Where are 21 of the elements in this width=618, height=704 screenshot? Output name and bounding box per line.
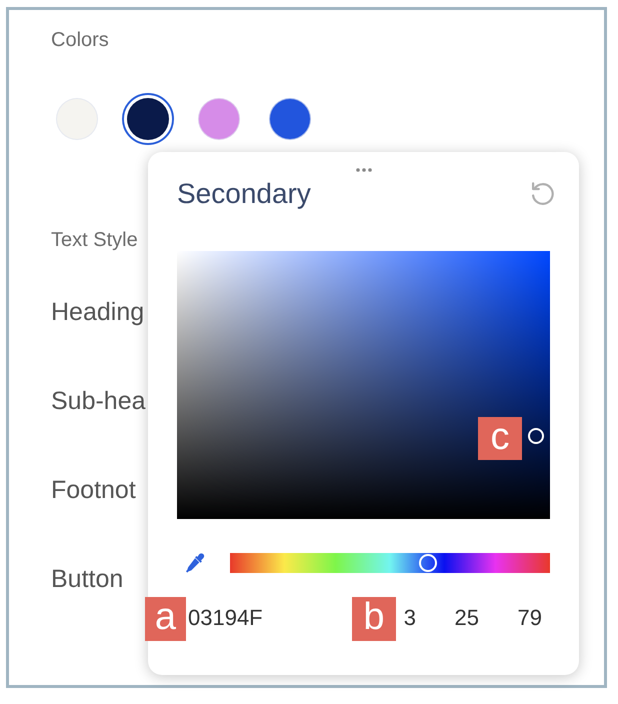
rgb-field[interactable]: 25 <box>449 604 479 632</box>
rgb-field[interactable]: 3 <box>396 604 416 632</box>
hex-field[interactable]: 03194F <box>188 604 278 632</box>
hue-slider[interactable] <box>230 553 550 573</box>
callout-badge: a <box>145 597 186 641</box>
text-style-item[interactable]: Button <box>51 563 146 595</box>
callout-badge: c <box>478 417 522 460</box>
rgb-field[interactable]: 79 <box>512 604 542 632</box>
slider-thumb[interactable] <box>419 554 438 572</box>
section-label: Colors <box>51 28 109 52</box>
text-style-item[interactable]: Sub-hea <box>51 385 146 417</box>
callout-badge: b <box>352 597 396 641</box>
picker-title: Secondary <box>177 177 311 211</box>
picker-handle[interactable] <box>528 428 544 444</box>
text-style-item[interactable]: Heading <box>51 296 146 328</box>
section-label: Text Style <box>51 228 138 252</box>
saturation-field[interactable] <box>177 251 550 519</box>
text-style-item[interactable]: Footnot <box>51 474 146 506</box>
eyedropper-icon[interactable] <box>185 553 205 573</box>
ellipsis-icon[interactable] <box>356 168 372 172</box>
color-swatch[interactable] <box>122 93 174 145</box>
